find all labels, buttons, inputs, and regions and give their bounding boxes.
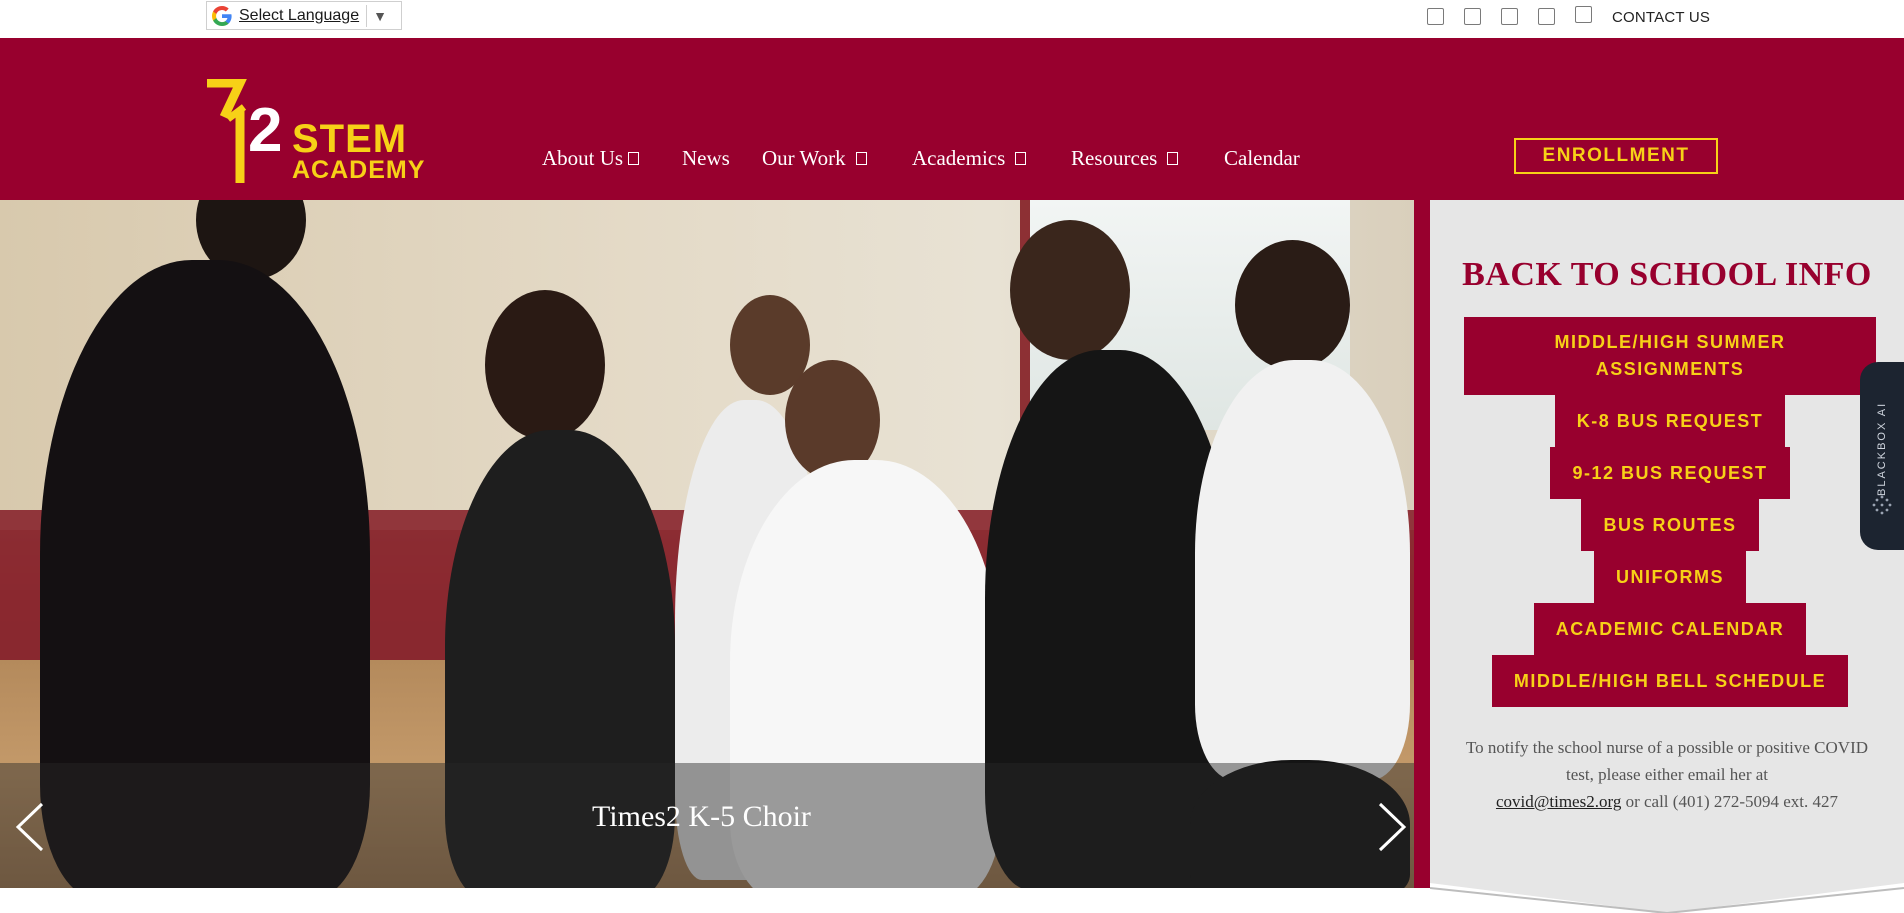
chevron-left-icon[interactable] xyxy=(12,800,48,854)
contact-us-link[interactable]: CONTACT US xyxy=(1612,9,1710,26)
hero-photo-person xyxy=(485,290,605,440)
hero-caption: Times2 K-5 Choir xyxy=(592,800,811,833)
svg-text:2: 2 xyxy=(248,96,282,165)
top-utility-bar: Select Language ▼ CONTACT US xyxy=(0,0,1904,38)
page-bottom-strip xyxy=(0,888,1430,913)
logo-wordmark-academy: ACADEMY xyxy=(292,156,426,184)
covid-notice-phone: or call (401) 272-5094 ext. 427 xyxy=(1621,792,1839,811)
hero-photo-person xyxy=(1010,220,1130,360)
social-icon-4[interactable] xyxy=(1538,8,1555,25)
nav-item-calendar[interactable]: Calendar xyxy=(1224,146,1300,171)
nav-item-label: Calendar xyxy=(1224,146,1300,170)
dropdown-icon xyxy=(1167,152,1179,165)
language-select[interactable]: Select Language ▼ xyxy=(206,1,402,30)
nav-item-label: Resources xyxy=(1071,146,1158,170)
hero-divider xyxy=(1414,200,1430,888)
covid-email-link[interactable]: covid@times2.org xyxy=(1496,792,1621,811)
k8-bus-request-button[interactable]: K-8 BUS REQUEST xyxy=(1555,395,1785,447)
blackbox-ai-icon xyxy=(1872,495,1892,515)
hero-photo-person xyxy=(1195,360,1410,780)
nav-item-label: Academics xyxy=(912,146,1006,170)
covid-notice-text: To notify the school nurse of a possible… xyxy=(1465,738,1869,784)
main-header: 2 STEM ACADEMY About Us News Our Work Ac… xyxy=(0,38,1904,200)
panel-title: BACK TO SCHOOL INFO xyxy=(1462,256,1872,293)
nav-item-about-us[interactable]: About Us xyxy=(542,146,640,171)
language-select-label[interactable]: Select Language xyxy=(239,7,359,25)
social-icons xyxy=(1427,6,1592,25)
nav-item-label: News xyxy=(682,146,730,170)
logo-wordmark-stem: STEM xyxy=(292,117,408,161)
side-tab-label: BLACKBOX AI xyxy=(1876,401,1888,497)
academic-calendar-button[interactable]: ACADEMIC CALENDAR xyxy=(1534,603,1806,655)
enrollment-button[interactable]: ENROLLMENT xyxy=(1514,138,1718,174)
nav-item-label: About Us xyxy=(542,146,624,170)
school-logo[interactable]: 2 STEM ACADEMY xyxy=(204,79,429,183)
912-bus-request-button[interactable]: 9-12 BUS REQUEST xyxy=(1550,447,1790,499)
dropdown-icon xyxy=(855,152,867,165)
back-to-school-panel: BACK TO SCHOOL INFO MIDDLE/HIGH SUMMER A… xyxy=(1430,200,1904,913)
summer-assignments-button[interactable]: MIDDLE/HIGH SUMMER ASSIGNMENTS xyxy=(1464,317,1876,395)
panel-bottom-chevron xyxy=(1430,883,1904,913)
bus-routes-button[interactable]: BUS ROUTES xyxy=(1581,499,1759,551)
dropdown-caret-icon[interactable]: ▼ xyxy=(373,8,387,24)
social-icon-3[interactable] xyxy=(1501,8,1518,25)
nav-item-resources[interactable]: Resources xyxy=(1071,146,1179,171)
nav-item-news[interactable]: News xyxy=(682,146,730,171)
times2-logo-mark-icon: 2 xyxy=(207,79,282,183)
bell-schedule-button[interactable]: MIDDLE/HIGH BELL SCHEDULE xyxy=(1492,655,1848,707)
nav-item-academics[interactable]: Academics xyxy=(912,146,1027,171)
social-icon-1[interactable] xyxy=(1427,8,1444,25)
dropdown-icon xyxy=(628,152,640,165)
language-select-divider xyxy=(366,4,368,27)
covid-notice: To notify the school nurse of a possible… xyxy=(1450,734,1884,815)
chevron-right-icon[interactable] xyxy=(1374,800,1410,854)
nav-item-our-work[interactable]: Our Work xyxy=(762,146,867,171)
blackbox-ai-side-tab[interactable]: BLACKBOX AI xyxy=(1860,362,1904,550)
nav-item-label: Our Work xyxy=(762,146,846,170)
uniforms-button[interactable]: UNIFORMS xyxy=(1594,551,1746,603)
dropdown-icon xyxy=(1015,152,1027,165)
google-g-icon xyxy=(212,5,232,26)
hero-photo-person xyxy=(1235,240,1350,370)
social-icon-2[interactable] xyxy=(1464,8,1481,25)
social-icon-5[interactable] xyxy=(1575,6,1592,23)
hero-slider[interactable]: Times2 K-5 Choir xyxy=(0,200,1414,888)
